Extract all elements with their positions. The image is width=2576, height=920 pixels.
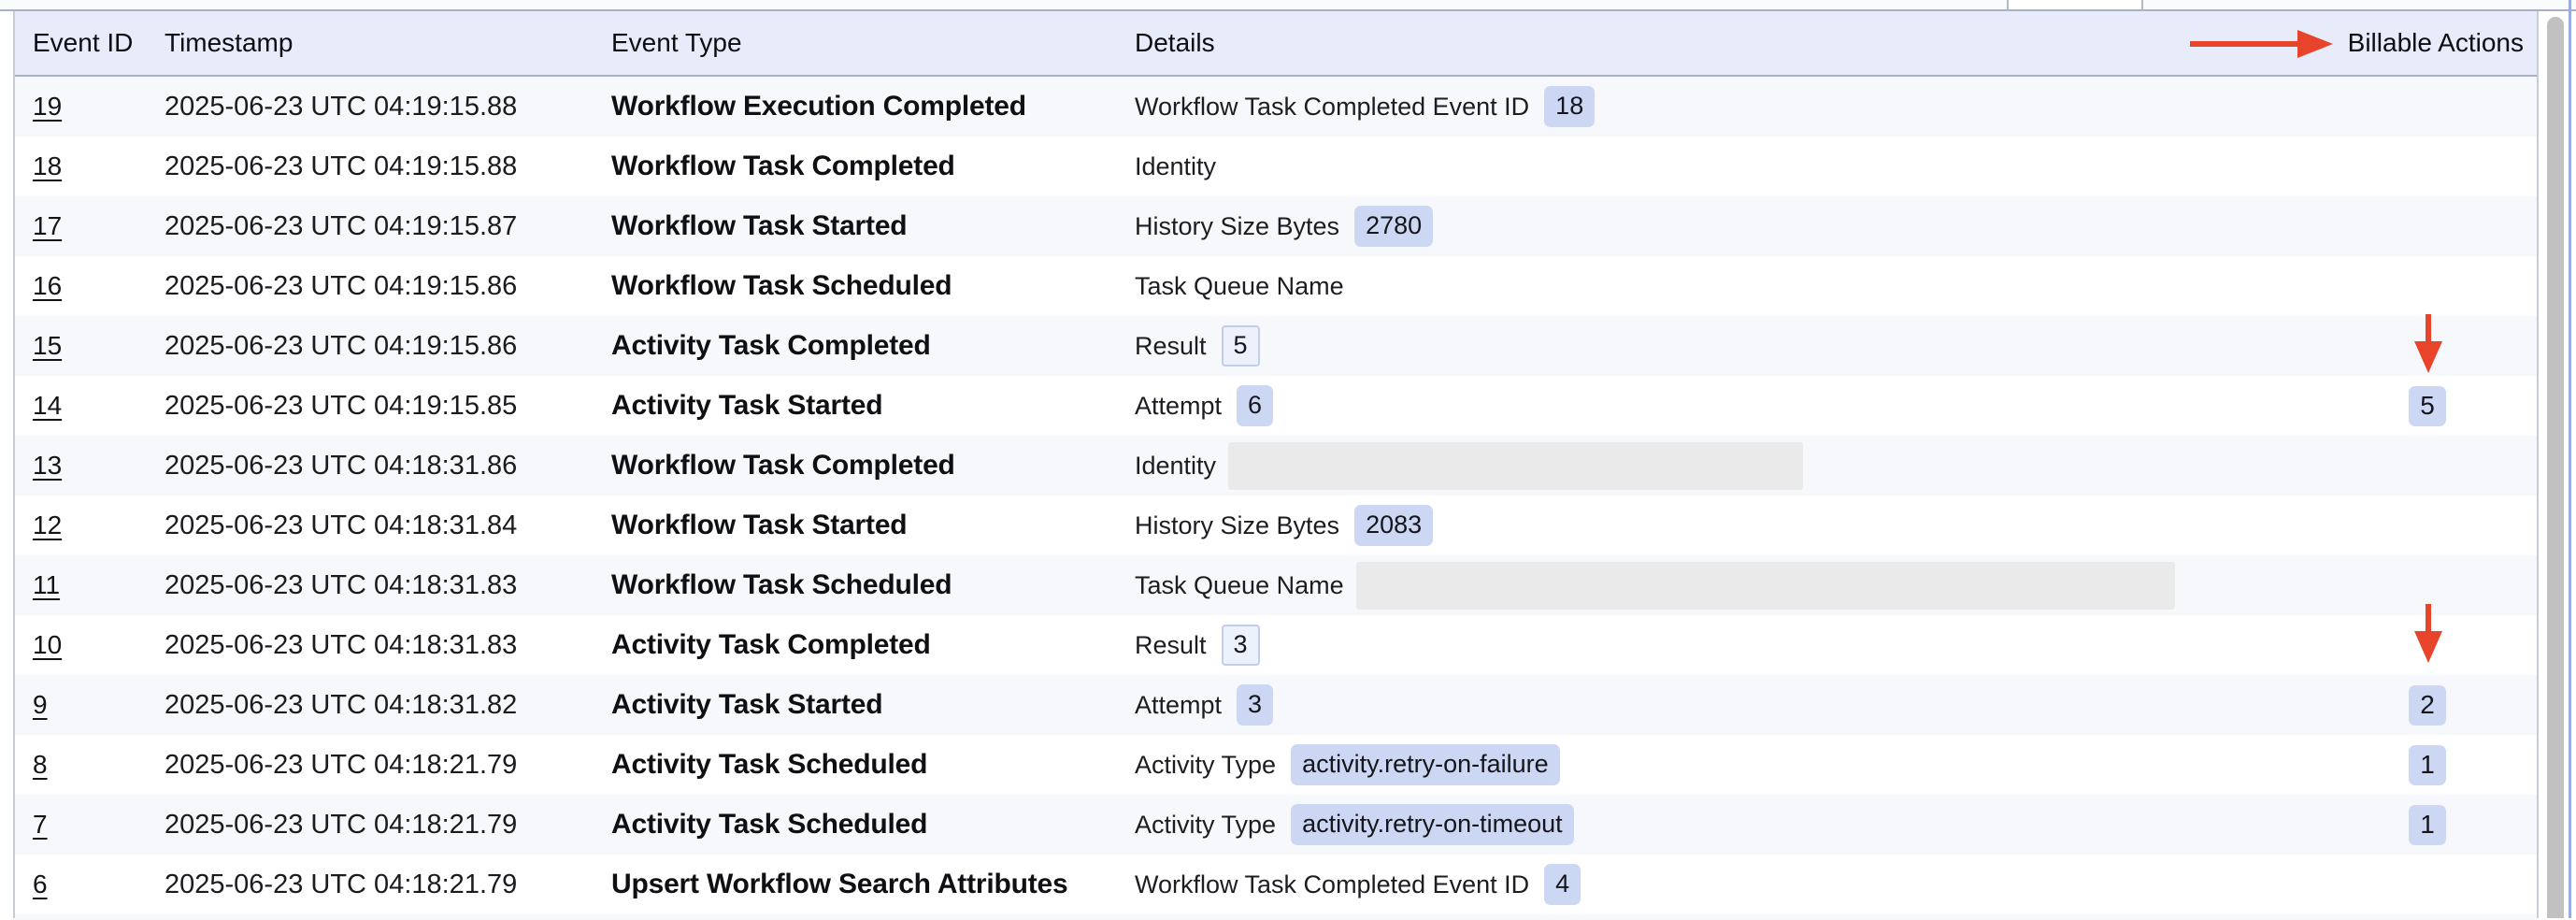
next-row-sliver: [15, 914, 2537, 920]
redacted-value-block: [1228, 442, 1803, 490]
table-row[interactable]: 15 2025-06-23 UTC 04:19:15.86 Activity T…: [15, 316, 2537, 376]
detail-value-badge: 6: [1237, 385, 1273, 426]
event-id-link[interactable]: 18: [33, 151, 62, 181]
event-timestamp: 2025-06-23 UTC 04:18:31.83: [161, 630, 609, 661]
table-row[interactable]: 6 2025-06-23 UTC 04:18:21.79 Upsert Work…: [15, 855, 2537, 914]
event-type: Activity Task Scheduled: [609, 809, 1133, 841]
detail-label: History Size Bytes: [1135, 212, 1339, 241]
table-body: 19 2025-06-23 UTC 04:19:15.88 Workflow E…: [15, 77, 2537, 914]
detail-label: Attempt: [1135, 392, 1222, 421]
event-id-link[interactable]: 9: [33, 690, 48, 720]
column-header-timestamp[interactable]: Timestamp: [161, 28, 609, 58]
table-row[interactable]: 11 2025-06-23 UTC 04:18:31.83 Workflow T…: [15, 555, 2537, 615]
detail-value-badge: 2083: [1354, 505, 1433, 546]
detail-label: Result: [1135, 631, 1207, 660]
detail-label: Workflow Task Completed Event ID: [1135, 93, 1529, 122]
event-type: Workflow Task Completed: [609, 450, 1133, 482]
billable-actions-badge: 1: [2409, 745, 2446, 785]
column-header-event-id[interactable]: Event ID: [15, 28, 161, 58]
table-row[interactable]: 9 2025-06-23 UTC 04:18:31.82 Activity Ta…: [15, 675, 2537, 735]
event-id-link[interactable]: 10: [33, 630, 62, 660]
event-type: Workflow Task Started: [609, 510, 1133, 541]
table-header-row: Event ID Timestamp Event Type Details Bi…: [15, 11, 2537, 77]
table-row[interactable]: 14 2025-06-23 UTC 04:19:15.85 Activity T…: [15, 376, 2537, 436]
event-type: Upsert Workflow Search Attributes: [609, 869, 1133, 900]
event-type: Workflow Task Scheduled: [609, 270, 1133, 302]
event-id-link[interactable]: 13: [33, 451, 62, 481]
table-row[interactable]: 8 2025-06-23 UTC 04:18:21.79 Activity Ta…: [15, 735, 2537, 795]
event-id-link[interactable]: 7: [33, 810, 48, 840]
column-header-event-type[interactable]: Event Type: [609, 28, 1133, 58]
table-row[interactable]: 16 2025-06-23 UTC 04:19:15.86 Workflow T…: [15, 256, 2537, 316]
billable-actions-badge: 5: [2409, 386, 2446, 426]
event-id-link[interactable]: 16: [33, 271, 62, 301]
event-id-link[interactable]: 19: [33, 92, 62, 122]
event-timestamp: 2025-06-23 UTC 04:19:15.88: [161, 151, 609, 182]
event-id-link[interactable]: 11: [33, 570, 60, 600]
detail-label: Activity Type: [1135, 811, 1276, 840]
column-header-billable-actions: Billable Actions: [2294, 28, 2537, 58]
detail-label: Result: [1135, 332, 1207, 361]
detail-label: Task Queue Name: [1135, 571, 1344, 600]
detail-value-badge: activity.retry-on-timeout: [1291, 804, 1574, 845]
event-id-link[interactable]: 8: [33, 750, 48, 780]
redacted-value-block: [1356, 562, 2175, 610]
detail-value-badge: 4: [1544, 864, 1581, 905]
event-timestamp: 2025-06-23 UTC 04:18:21.79: [161, 750, 609, 781]
event-type: Workflow Task Scheduled: [609, 569, 1133, 601]
event-timestamp: 2025-06-23 UTC 04:18:31.82: [161, 690, 609, 721]
event-timestamp: 2025-06-23 UTC 04:19:15.88: [161, 92, 609, 122]
table-row[interactable]: 10 2025-06-23 UTC 04:18:31.83 Activity T…: [15, 615, 2537, 675]
detail-label: Identity: [1135, 452, 1216, 481]
detail-value-badge: 18: [1544, 86, 1595, 127]
event-timestamp: 2025-06-23 UTC 04:18:31.84: [161, 510, 609, 541]
detail-label: Workflow Task Completed Event ID: [1135, 870, 1529, 899]
event-type: Activity Task Completed: [609, 629, 1133, 661]
event-timestamp: 2025-06-23 UTC 04:19:15.86: [161, 331, 609, 362]
event-type: Activity Task Started: [609, 390, 1133, 422]
event-timestamp: 2025-06-23 UTC 04:18:31.83: [161, 570, 609, 601]
top-cropped-row: [0, 0, 2576, 9]
event-timestamp: 2025-06-23 UTC 04:19:15.87: [161, 211, 609, 242]
event-id-link[interactable]: 15: [33, 331, 62, 361]
event-type: Activity Task Scheduled: [609, 749, 1133, 781]
event-type: Activity Task Completed: [609, 330, 1133, 362]
event-id-link[interactable]: 14: [33, 391, 62, 421]
event-timestamp: 2025-06-23 UTC 04:19:15.85: [161, 391, 609, 422]
detail-label: Attempt: [1135, 691, 1222, 720]
detail-value-badge: 3: [1237, 684, 1273, 726]
table-row[interactable]: 19 2025-06-23 UTC 04:19:15.88 Workflow E…: [15, 77, 2537, 137]
event-type: Activity Task Started: [609, 689, 1133, 721]
event-timestamp: 2025-06-23 UTC 04:18:31.86: [161, 451, 609, 482]
event-type: Workflow Task Started: [609, 210, 1133, 242]
event-id-link[interactable]: 17: [33, 211, 62, 241]
detail-label: Identity: [1135, 152, 1216, 181]
detail-value-badge: 3: [1222, 625, 1260, 666]
table-row[interactable]: 18 2025-06-23 UTC 04:19:15.88 Workflow T…: [15, 137, 2537, 196]
event-type: Workflow Task Completed: [609, 151, 1133, 182]
detail-label: History Size Bytes: [1135, 511, 1339, 540]
event-id-link[interactable]: 12: [33, 510, 62, 540]
table-row[interactable]: 7 2025-06-23 UTC 04:18:21.79 Activity Ta…: [15, 795, 2537, 855]
vertical-scrollbar-thumb[interactable]: [2547, 17, 2564, 918]
table-row[interactable]: 12 2025-06-23 UTC 04:18:31.84 Workflow T…: [15, 496, 2537, 555]
detail-label: Activity Type: [1135, 751, 1276, 780]
billable-actions-badge: 1: [2409, 805, 2446, 845]
detail-value-badge: 2780: [1354, 206, 1433, 247]
top-cropped-cell: [2007, 0, 2143, 9]
event-type: Workflow Execution Completed: [609, 91, 1133, 122]
table-row[interactable]: 13 2025-06-23 UTC 04:18:31.86 Workflow T…: [15, 436, 2537, 496]
detail-value-badge: activity.retry-on-failure: [1291, 744, 1560, 785]
table-row[interactable]: 17 2025-06-23 UTC 04:19:15.87 Workflow T…: [15, 196, 2537, 256]
column-header-details: Details: [1133, 28, 2294, 58]
event-timestamp: 2025-06-23 UTC 04:18:21.79: [161, 870, 609, 900]
event-id-link[interactable]: 6: [33, 870, 48, 899]
event-timestamp: 2025-06-23 UTC 04:19:15.86: [161, 271, 609, 302]
window-right-edge: [2569, 0, 2571, 918]
event-timestamp: 2025-06-23 UTC 04:18:21.79: [161, 810, 609, 841]
billable-actions-badge: 2: [2409, 685, 2446, 726]
event-history-table: Event ID Timestamp Event Type Details Bi…: [13, 11, 2539, 918]
detail-label: Task Queue Name: [1135, 272, 1344, 301]
detail-value-badge: 5: [1222, 325, 1260, 367]
